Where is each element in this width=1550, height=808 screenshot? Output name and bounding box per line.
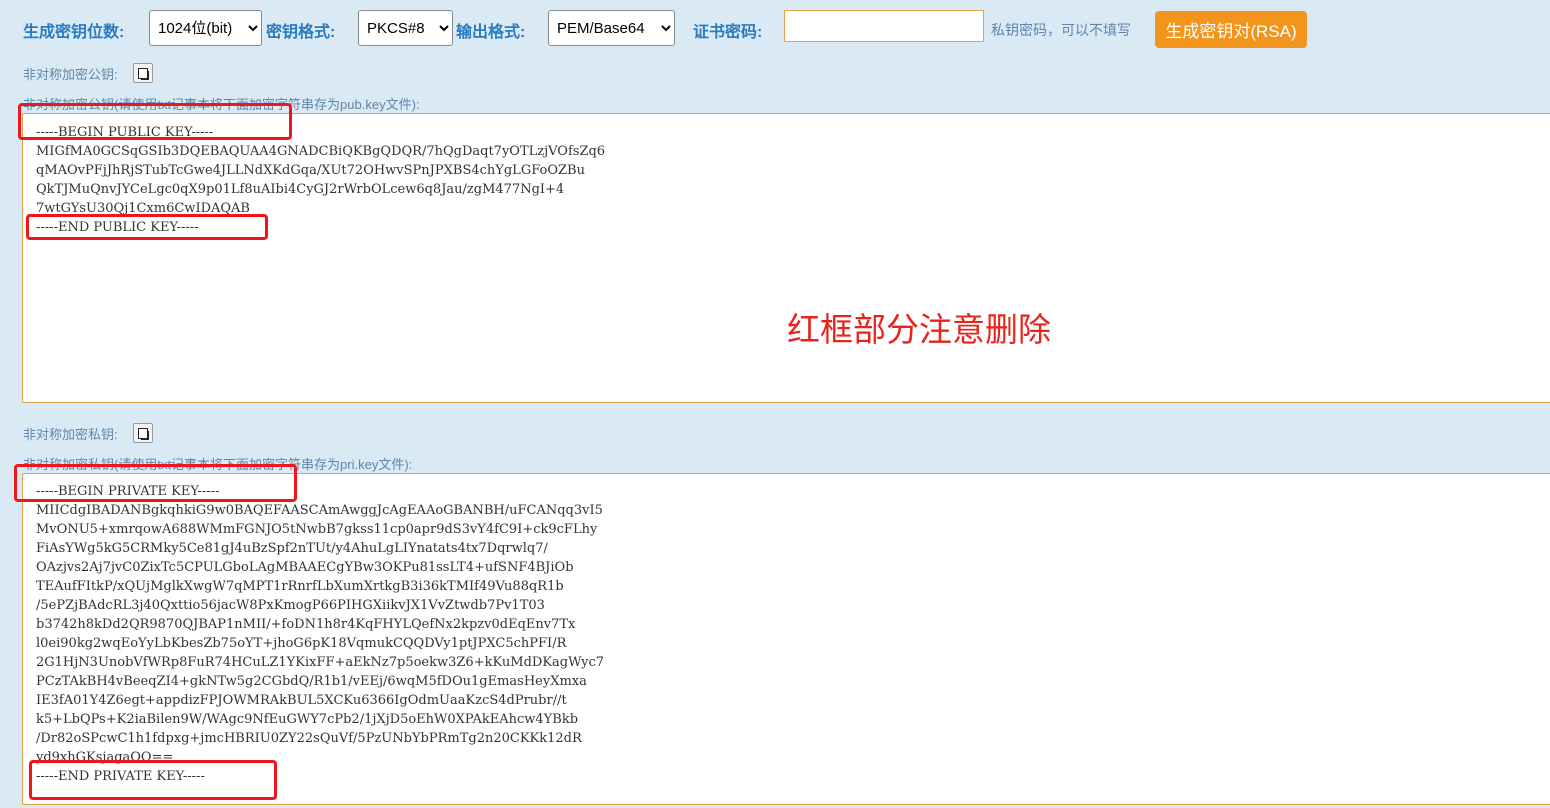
delete-notice: 红框部分注意删除	[787, 311, 1051, 348]
highlight-end-private	[29, 760, 277, 800]
highlight-end-public	[26, 214, 268, 240]
private-key-text: -----BEGIN PRIVATE KEY----- MIICdgIBADAN…	[36, 484, 605, 784]
key-bits-label: 生成密钥位数:	[23, 24, 125, 41]
output-format-label: 输出格式:	[456, 24, 526, 41]
output-format-select[interactable]: PEM/Base64	[548, 10, 675, 46]
public-key-label: 非对称加密公钥:	[23, 67, 118, 82]
highlight-begin-public	[18, 103, 292, 140]
copy-public-key-button[interactable]	[133, 63, 153, 83]
private-key-textarea[interactable]: -----BEGIN PRIVATE KEY----- MIICdgIBADAN…	[22, 473, 1550, 805]
public-key-textarea[interactable]: -----BEGIN PUBLIC KEY----- MIGfMA0GCSqGS…	[22, 113, 1550, 403]
key-format-label: 密钥格式:	[266, 24, 336, 41]
cert-password-hint: 私钥密码，可以不填写	[991, 22, 1131, 38]
highlight-begin-private	[14, 464, 297, 502]
generate-keypair-button[interactable]: 生成密钥对(RSA)	[1155, 11, 1307, 48]
copy-private-key-button[interactable]	[133, 423, 153, 443]
key-format-select[interactable]: PKCS#8	[358, 10, 453, 46]
cert-password-label: 证书密码:	[693, 24, 763, 41]
cert-password-input[interactable]	[784, 10, 984, 42]
private-key-label: 非对称加密私钥:	[23, 427, 118, 442]
key-bits-select[interactable]: 1024位(bit)	[149, 10, 262, 46]
